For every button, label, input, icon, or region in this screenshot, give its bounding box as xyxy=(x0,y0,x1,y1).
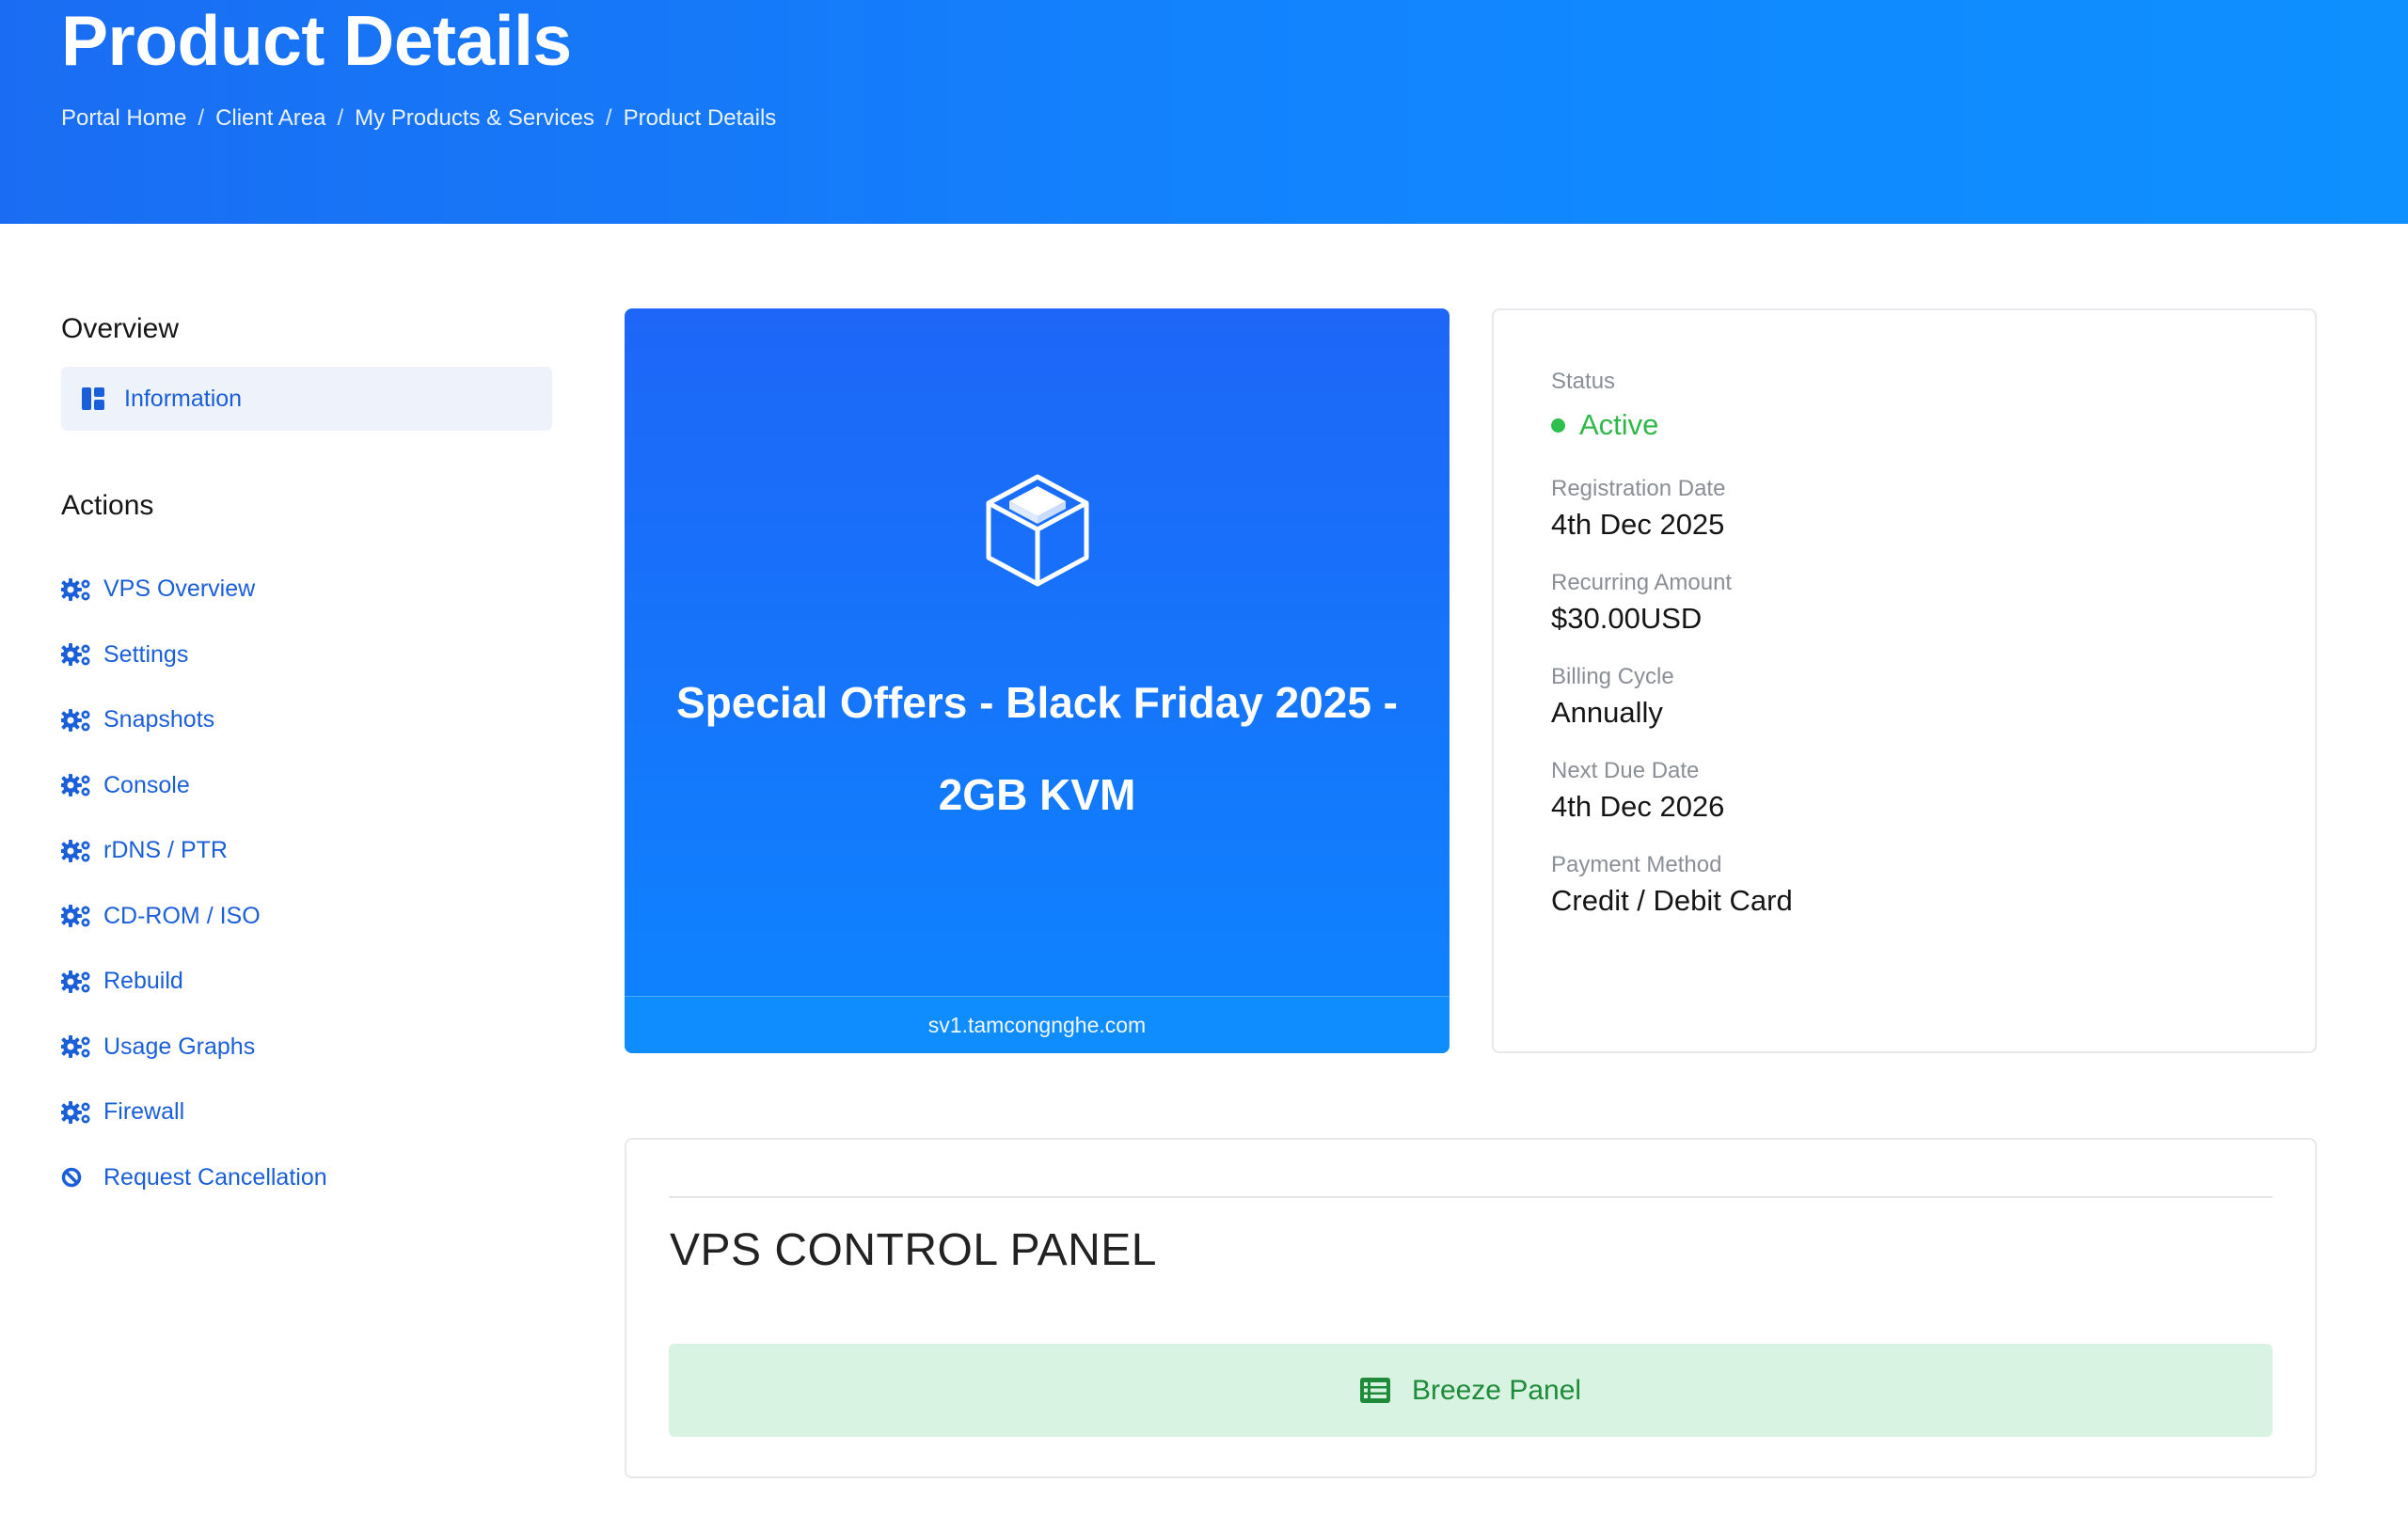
action-settings[interactable]: Settings xyxy=(61,623,552,688)
breadcrumb-my-products[interactable]: My Products & Services xyxy=(355,103,594,134)
actions-list: VPS Overview Settings Snapshots Console … xyxy=(61,557,552,1210)
status-label: Status xyxy=(1551,369,1616,394)
list-icon xyxy=(1359,1378,1390,1403)
breadcrumb-portal-home[interactable]: Portal Home xyxy=(61,103,186,134)
action-label: Firewall xyxy=(103,1098,185,1126)
status-badge: Active xyxy=(1551,404,1793,446)
breadcrumb-separator: / xyxy=(337,105,344,131)
recurring-amount-value: $30.00USD xyxy=(1551,602,1703,635)
recurring-amount-label: Recurring Amount xyxy=(1551,570,1733,595)
control-panel-title: VPS CONTROL PANEL xyxy=(670,1225,1157,1275)
gears-icon xyxy=(61,577,90,601)
breadcrumb-separator: / xyxy=(605,105,612,131)
actions-heading: Actions xyxy=(61,490,154,521)
info-list: Status Active Registration Date 4th Dec … xyxy=(1551,367,1793,922)
payment-method-value: Credit / Debit Card xyxy=(1551,884,1793,917)
action-label: rDNS / PTR xyxy=(103,837,228,864)
breadcrumb-product-details: Product Details xyxy=(623,105,777,131)
payment-method-label: Payment Method xyxy=(1551,852,1722,877)
action-vps-overview[interactable]: VPS Overview xyxy=(61,557,552,623)
action-console[interactable]: Console xyxy=(61,753,552,819)
page-title: Product Details xyxy=(61,1,572,80)
action-label: Rebuild xyxy=(103,968,183,995)
action-label: Console xyxy=(103,771,190,798)
breadcrumb: Portal Home / Client Area / My Products … xyxy=(61,103,776,134)
breadcrumb-separator: / xyxy=(198,105,205,131)
sidebar-item-information[interactable]: Information xyxy=(61,367,552,431)
breeze-panel-button[interactable]: Breeze Panel xyxy=(669,1344,2273,1437)
action-firewall[interactable]: Firewall xyxy=(61,1080,552,1145)
action-snapshots[interactable]: Snapshots xyxy=(61,687,552,753)
product-name-line2: 2GB KVM xyxy=(938,770,1136,819)
cube-icon xyxy=(986,474,1089,587)
action-label: CD-ROM / ISO xyxy=(103,902,261,929)
product-info-card: Status Active Registration Date 4th Dec … xyxy=(1492,308,2317,1053)
sidebar-item-label: Information xyxy=(124,385,243,412)
action-usage-graphs[interactable]: Usage Graphs xyxy=(61,1015,552,1080)
product-name-line1: Special Offers - Black Friday 2025 - xyxy=(675,678,1399,727)
breadcrumb-client-area[interactable]: Client Area xyxy=(215,103,325,134)
action-request-cancellation[interactable]: Request Cancellation xyxy=(61,1145,552,1211)
status-value: Active xyxy=(1579,408,1659,441)
gears-icon xyxy=(61,839,90,862)
divider xyxy=(669,1196,2273,1198)
product-hostname: sv1.tamcongnghe.com xyxy=(625,996,1450,1053)
action-label: Usage Graphs xyxy=(103,1033,256,1060)
billing-cycle-label: Billing Cycle xyxy=(1551,664,1674,689)
status-dot-icon xyxy=(1551,418,1565,433)
action-label: Settings xyxy=(103,640,189,668)
gears-icon xyxy=(61,1035,90,1059)
gears-icon xyxy=(61,643,90,667)
action-label: Snapshots xyxy=(103,706,215,733)
next-due-date-label: Next Due Date xyxy=(1551,758,1700,783)
product-name: Special Offers - Black Friday 2025 - 2GB… xyxy=(662,656,1412,841)
gears-icon xyxy=(61,708,90,732)
dashboard-icon xyxy=(82,387,104,410)
action-rdns-ptr[interactable]: rDNS / PTR xyxy=(61,818,552,884)
overview-heading: Overview xyxy=(61,313,180,344)
action-cdrom-iso[interactable]: CD-ROM / ISO xyxy=(61,884,552,950)
action-rebuild[interactable]: Rebuild xyxy=(61,949,552,1015)
control-panel-card: VPS CONTROL PANEL Breeze Panel xyxy=(625,1138,2317,1478)
gears-icon xyxy=(61,1100,90,1124)
page-header: Product Details Portal Home / Client Are… xyxy=(0,0,2408,224)
registration-date-value: 4th Dec 2025 xyxy=(1551,508,1725,541)
action-label: VPS Overview xyxy=(103,576,256,603)
next-due-date-value: 4th Dec 2026 xyxy=(1551,790,1725,823)
product-card: Special Offers - Black Friday 2025 - 2GB… xyxy=(625,308,1450,1053)
action-label: Request Cancellation xyxy=(103,1163,327,1191)
breeze-panel-label: Breeze Panel xyxy=(1411,1374,1582,1406)
gears-icon xyxy=(61,970,90,993)
registration-date-label: Registration Date xyxy=(1551,476,1726,501)
ban-icon xyxy=(61,1168,82,1188)
gears-icon xyxy=(61,905,90,928)
billing-cycle-value: Annually xyxy=(1551,696,1663,729)
gears-icon xyxy=(61,774,90,797)
sidebar: Overview Information Actions VPS Overvie… xyxy=(61,310,552,1210)
